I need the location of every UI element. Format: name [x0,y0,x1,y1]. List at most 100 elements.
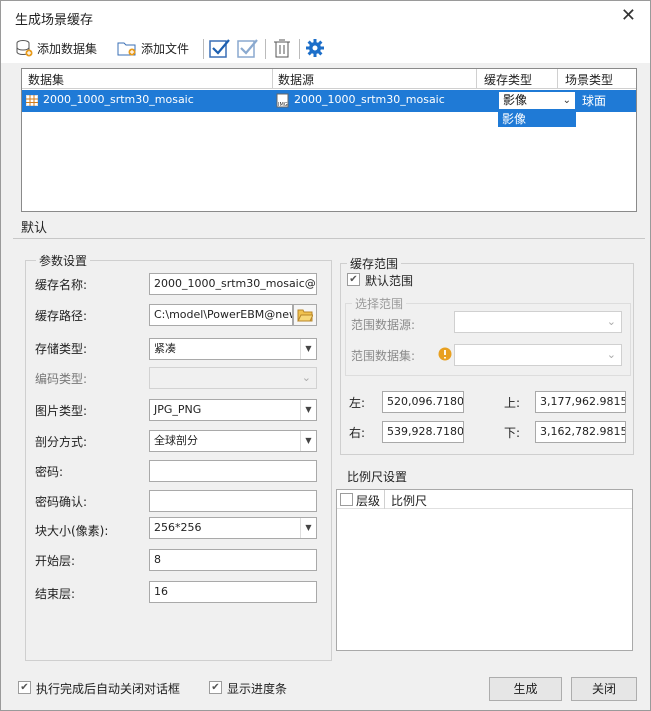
select-all-levels-checkbox[interactable] [340,493,353,506]
column-header[interactable]: 场景类型 [565,71,613,88]
right-label: 右: [349,426,366,440]
column-divider [476,69,477,89]
scale-table-header: 层级 比例尺 [337,490,632,509]
warning-icon [438,347,452,361]
column-header[interactable]: 比例尺 [391,492,427,509]
window-title: 生成场景缓存 [15,13,94,28]
column-divider [272,69,273,89]
group-title: 选择范围 [352,295,407,312]
chevron-down-icon: ⌄ [606,315,616,328]
add-dataset-label: 添加数据集 [37,41,98,56]
browse-folder-button[interactable] [293,304,317,326]
dropdown-arrow-icon: ▼ [300,518,316,538]
cache-name-label: 缓存名称: [35,278,88,292]
chevron-down-icon: ⌄ [562,95,571,106]
cache-name-input[interactable]: 2000_1000_srtm30_mosaic@2000 [149,273,317,295]
end-level-input[interactable]: 16 [149,581,317,603]
dataset-table: 数据集 数据源 缓存类型 场景类型 2000_1000_srtm30_mosai… [21,68,637,212]
image-type-select[interactable]: JPG_PNG ▼ [149,399,317,421]
dialog-window: 生成场景缓存 ✕ 添加数据集 添加文件 数据集 数据源 缓存类型 场景类型 20… [0,0,651,711]
password-input[interactable] [149,460,317,482]
split-method-select[interactable]: 全球剖分 ▼ [149,430,317,452]
top-bound-input[interactable]: 3,177,962.981506 [535,391,626,413]
confirm-password-label: 密码确认: [35,495,88,509]
cache-type-value: 影像 [503,93,528,107]
tile-size-label: 块大小(像素): [35,524,109,538]
group-title: 比例尺设置 [344,468,411,485]
scene-type-cell: 球面 [582,94,607,108]
folder-open-icon [297,309,313,322]
top-label: 上: [504,396,521,410]
add-dataset-button[interactable]: 添加数据集 [15,37,97,59]
select-all-button[interactable] [209,37,231,59]
bottom-bound-input[interactable]: 3,162,782.981506 [535,421,626,443]
database-icon [16,40,33,57]
close-button[interactable]: 关闭 [571,677,637,701]
tab-divider [13,238,645,239]
toolbar-separator [265,39,266,59]
column-divider [557,69,558,89]
column-header[interactable]: 数据源 [278,71,314,88]
cache-path-input[interactable]: C:\model\PowerEBM@new [149,304,293,326]
chevron-down-icon: ⌄ [606,348,616,361]
dropdown-arrow-icon: ▼ [300,431,316,451]
folder-add-icon [117,42,136,56]
image-datasource-icon: IMG [276,93,289,108]
default-range-checkbox[interactable]: ✔ [347,273,360,286]
storage-type-value: 紧凑 [154,342,176,355]
close-icon[interactable]: ✕ [621,5,636,26]
datasource-cell: 2000_1000_srtm30_mosaic [294,93,445,106]
tile-size-value: 256*256 [154,521,202,534]
table-header: 数据集 数据源 缓存类型 场景类型 [22,69,636,89]
column-header[interactable]: 数据集 [28,71,64,88]
encoding-type-label: 编码类型: [35,372,88,386]
svg-text:IMG: IMG [278,102,288,108]
storage-type-select[interactable]: 紧凑 ▼ [149,338,317,360]
settings-button[interactable] [305,37,325,59]
auto-close-label: 执行完成后自动关闭对话框 [36,682,181,696]
toolbar-separator [203,39,204,59]
dataset-cell: 2000_1000_srtm30_mosaic [43,93,194,106]
chevron-down-icon: ⌄ [301,371,311,384]
generate-button[interactable]: 生成 [489,677,562,701]
bottom-label: 下: [504,426,521,440]
start-level-label: 开始层: [35,554,76,568]
table-row[interactable]: 2000_1000_srtm30_mosaic IMG 2000_1000_sr… [22,90,636,112]
trash-icon [274,39,290,58]
show-progress-checkbox[interactable]: ✔ [209,681,222,694]
tab-default[interactable]: 默认 [21,217,47,236]
range-datasource-label: 范围数据源: [351,318,416,332]
title-bar: 生成场景缓存 ✕ [1,1,650,33]
cache-type-dropdown-option[interactable]: 影像 [498,112,576,127]
auto-close-checkbox[interactable]: ✔ [18,681,31,694]
grid-dataset-icon [26,95,38,106]
show-progress-label: 显示进度条 [227,682,288,696]
right-bound-input[interactable]: 539,928.718079 [382,421,464,443]
toolbar: 添加数据集 添加文件 [1,33,650,63]
start-level-input[interactable]: 8 [149,549,317,571]
gear-icon [306,39,324,57]
split-method-label: 剖分方式: [35,435,88,449]
confirm-password-input[interactable] [149,490,317,512]
dropdown-arrow-icon: ▼ [300,339,316,359]
column-header[interactable]: 层级 [356,492,380,509]
image-type-label: 图片类型: [35,404,88,418]
select-inverse-button[interactable] [237,37,259,59]
group-title: 缓存范围 [347,255,402,272]
column-divider [384,490,385,509]
default-range-label: 默认范围 [365,274,414,288]
add-file-button[interactable]: 添加文件 [117,37,189,59]
left-bound-input[interactable]: 520,096.718079 [382,391,464,413]
add-file-label: 添加文件 [141,41,190,56]
left-label: 左: [349,396,366,410]
split-method-value: 全球剖分 [154,434,198,447]
check-inverse-icon [237,39,258,58]
range-dataset-select: ⌄ [454,344,622,366]
scale-table: 层级 比例尺 [336,489,633,651]
column-header[interactable]: 缓存类型 [484,71,532,88]
tile-size-select[interactable]: 256*256 ▼ [149,517,317,539]
dropdown-arrow-icon: ▼ [300,400,316,420]
cache-type-combo[interactable]: 影像 ⌄ [498,91,576,110]
delete-button[interactable] [273,37,291,59]
end-level-label: 结束层: [35,587,76,601]
